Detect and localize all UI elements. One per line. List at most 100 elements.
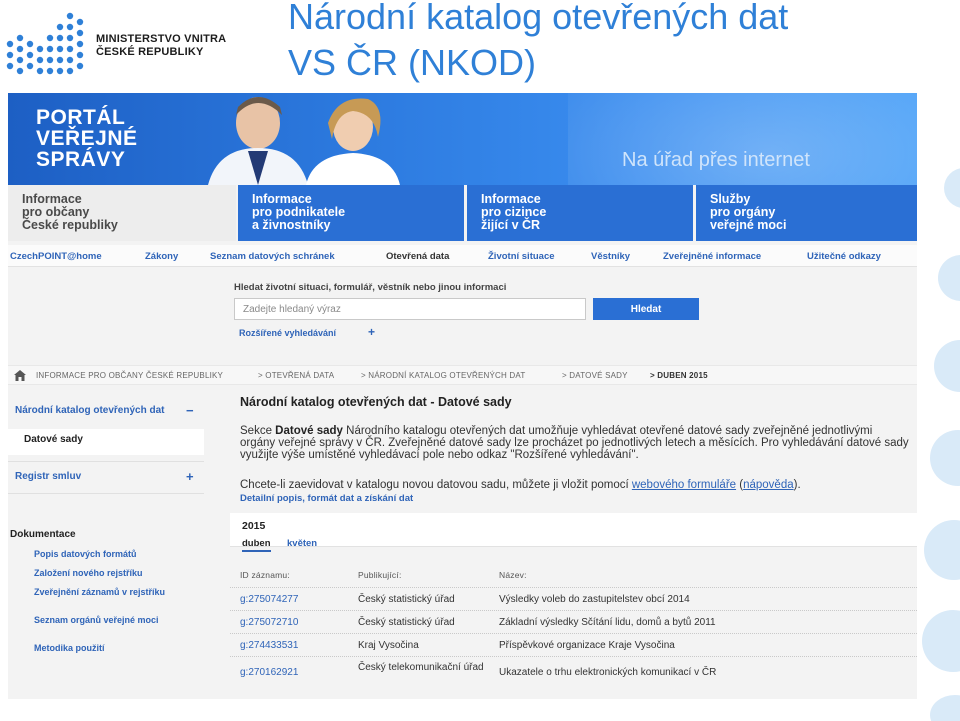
category-tab-citizens[interactable]: Informace pro občany České republiky	[8, 185, 236, 241]
decor-dot	[934, 340, 960, 392]
advanced-search-link[interactable]: Rozšířené vyhledávání	[239, 328, 336, 338]
breadcrumb-item[interactable]: > DATOVÉ SADY	[562, 371, 628, 380]
web-form-link[interactable]: webového formuláře	[632, 479, 736, 491]
month-tab[interactable]: květen	[287, 538, 317, 549]
submit-text: ).	[793, 479, 801, 491]
intro-text: Sekce	[240, 425, 276, 437]
sidebar-doc-link[interactable]: Popis datových formátů	[34, 549, 194, 559]
advanced-search-plus-icon[interactable]: +	[368, 325, 375, 339]
portal-logo-line-1: PORTÁL	[36, 106, 126, 129]
table-row: g:270162921 Český telekomunikační úřad U…	[230, 656, 917, 692]
nav-item-datove-schranky[interactable]: Seznam datových schránek	[210, 251, 335, 262]
table-row: g:275074277 Český statistický úřad Výsle…	[230, 587, 917, 610]
sidebar: Národní katalog otevřených dat − Datové …	[8, 393, 204, 699]
record-id-link[interactable]: g:275072710	[240, 618, 298, 628]
sidebar-item-catalog[interactable]: Národní katalog otevřených dat	[15, 405, 175, 416]
main-content: Národní katalog otevřených dat - Datové …	[230, 393, 917, 699]
record-id-link[interactable]: g:275074277	[240, 595, 298, 605]
sidebar-item-datasets[interactable]: Datové sady	[8, 429, 204, 455]
sidebar-doc-link[interactable]: Seznam orgánů veřejné moci	[34, 615, 194, 625]
divider	[8, 493, 204, 494]
publisher-cell: Český telekomunikační úřad	[358, 662, 484, 673]
dataset-name-cell: Výsledky voleb do zastupitelstev obcí 20…	[499, 594, 690, 605]
sidebar-doc-heading: Dokumentace	[10, 529, 76, 540]
nav-item-czechpoint[interactable]: CzechPOINT@home	[10, 251, 102, 262]
sidebar-doc-link[interactable]: Založení nového rejstříku	[34, 568, 194, 578]
search-area: Hledat životní situaci, formulář, věstní…	[8, 268, 917, 353]
submit-text: Chcete-li zaevidovat v katalogu novou da…	[240, 479, 632, 491]
slide-title: Národní katalog otevřených dat VS ČR (NK…	[288, 0, 788, 86]
column-header: Název:	[499, 570, 527, 580]
decor-dot	[944, 168, 960, 208]
month-tab-active[interactable]: duben	[242, 538, 271, 552]
column-header: Publikující:	[358, 570, 402, 580]
breadcrumb-item[interactable]: INFORMACE PRO OBČANY ČESKÉ REPUBLIKY	[36, 371, 223, 380]
category-line: České republiky	[22, 218, 118, 232]
slide-title-line-2: VS ČR (NKOD)	[288, 42, 537, 83]
dataset-name-cell: Ukazatele o trhu elektronických komunika…	[499, 667, 717, 678]
divider	[8, 461, 204, 462]
ministry-line-1: MINISTERSTVO VNITRA	[96, 33, 227, 45]
category-tab-foreigners[interactable]: Informace pro cizince žijící v ČR	[467, 185, 693, 241]
breadcrumb-item[interactable]: > NÁRODNÍ KATALOG OTEVŘENÝCH DAT	[361, 371, 525, 380]
decor-dot	[938, 255, 960, 301]
decor-dot	[924, 520, 960, 580]
column-header: ID záznamu:	[240, 570, 290, 580]
category-line: a živnostníky	[252, 218, 331, 232]
ministry-logo-icon	[6, 12, 84, 75]
ministry-name: MINISTERSTVO VNITRA ČESKÉ REPUBLIKY	[96, 33, 226, 59]
category-tabs: Informace pro občany České republiky Inf…	[8, 185, 917, 241]
nav-item-otevrena-data[interactable]: Otevřená data	[386, 251, 449, 262]
portal-logo[interactable]: PORTÁL VEŘEJNÉ SPRÁVY	[36, 107, 138, 170]
portal-tagline: Na úřad přes internet	[622, 149, 810, 171]
record-id-link[interactable]: g:274433531	[240, 641, 298, 651]
nav-item-vestniky[interactable]: Věstníky	[591, 251, 630, 262]
nav-item-uzitecne-odkazy[interactable]: Užitečné odkazy	[807, 251, 881, 262]
home-icon[interactable]	[14, 370, 26, 381]
breadcrumb-item[interactable]: > OTEVŘENÁ DATA	[258, 371, 334, 380]
table-row: g:274433531 Kraj Vysočina Příspěvkové or…	[230, 633, 917, 656]
help-link[interactable]: nápověda	[743, 479, 794, 491]
nav-item-zverejnene-informace[interactable]: Zveřejněné informace	[663, 251, 761, 262]
detail-link[interactable]: Detailní popis, formát dat a získání dat	[240, 493, 413, 504]
publisher-cell: Český statistický úřad	[358, 617, 455, 628]
submit-paragraph: Chcete-li zaevidovat v katalogu novou da…	[240, 479, 916, 491]
nav-item-zivotni-situace[interactable]: Životní situace	[488, 251, 555, 262]
intro-bold: Datové sady	[275, 425, 343, 437]
sidebar-doc-link[interactable]: Zveřejnění záznamů v rejstříku	[34, 587, 194, 597]
people-photo	[208, 97, 400, 185]
ministry-line-2: ČESKÉ REPUBLIKY	[96, 46, 204, 58]
breadcrumb: INFORMACE PRO OBČANY ČESKÉ REPUBLIKY > O…	[8, 365, 917, 385]
sidebar-doc-link[interactable]: Metodika použití	[34, 643, 194, 653]
decor-dot	[922, 610, 960, 672]
decor-dot	[930, 430, 960, 486]
search-button[interactable]: Hledat	[593, 298, 699, 320]
portal-screenshot: PORTÁL VEŘEJNÉ SPRÁVY Na úřad přes inter…	[8, 93, 917, 699]
publisher-cell: Český statistický úřad	[358, 594, 455, 605]
period-selector: 2015 duben květen	[230, 513, 917, 552]
search-input[interactable]	[234, 298, 586, 320]
publisher-cell: Kraj Vysočina	[358, 640, 419, 651]
category-line: žijící v ČR	[481, 218, 541, 232]
search-label: Hledat životní situaci, formulář, věstní…	[234, 282, 507, 293]
category-tab-business[interactable]: Informace pro podnikatele a živnostníky	[238, 185, 464, 241]
slide-title-line-1: Národní katalog otevřených dat	[288, 0, 789, 37]
collapse-icon[interactable]: −	[186, 403, 194, 418]
table-row: g:275072710 Český statistický úřad Zákla…	[230, 610, 917, 633]
category-line: veřejné moci	[710, 218, 787, 232]
record-id-link[interactable]: g:270162921	[240, 668, 298, 678]
intro-paragraph: Sekce Datové sady Národního katalogu ote…	[240, 425, 910, 461]
category-tab-authorities[interactable]: Služby pro orgány veřejné moci	[696, 185, 917, 241]
expand-icon[interactable]: +	[186, 469, 194, 484]
portal-banner: PORTÁL VEŘEJNÉ SPRÁVY Na úřad přes inter…	[8, 93, 917, 185]
decor-dot	[930, 695, 960, 721]
sidebar-item-registr[interactable]: Registr smluv	[15, 471, 81, 482]
dataset-name-cell: Základní výsledky Sčítání lidu, domů a b…	[499, 617, 716, 628]
breadcrumb-current: > DUBEN 2015	[650, 371, 708, 380]
nav-item-zakony[interactable]: Zákony	[145, 251, 178, 262]
page-title: Národní katalog otevřených dat - Datové …	[240, 395, 512, 409]
portal-logo-line-2: VEŘEJNÉ	[36, 127, 138, 150]
slide: MINISTERSTVO VNITRA ČESKÉ REPUBLIKY Náro…	[0, 0, 960, 721]
main-nav: CzechPOINT@home Zákony Seznam datových s…	[8, 245, 917, 267]
year-label: 2015	[242, 520, 266, 532]
